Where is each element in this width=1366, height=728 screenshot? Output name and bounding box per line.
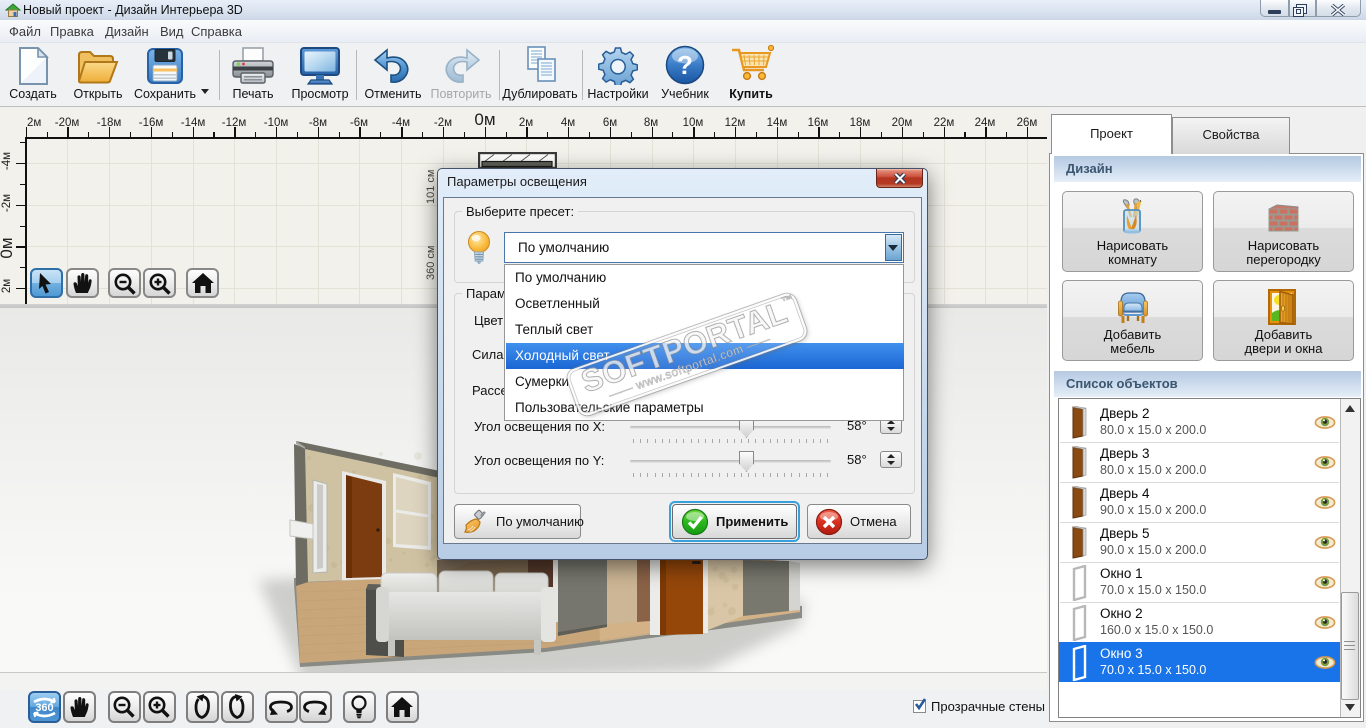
svg-text:?: ?: [677, 50, 693, 80]
